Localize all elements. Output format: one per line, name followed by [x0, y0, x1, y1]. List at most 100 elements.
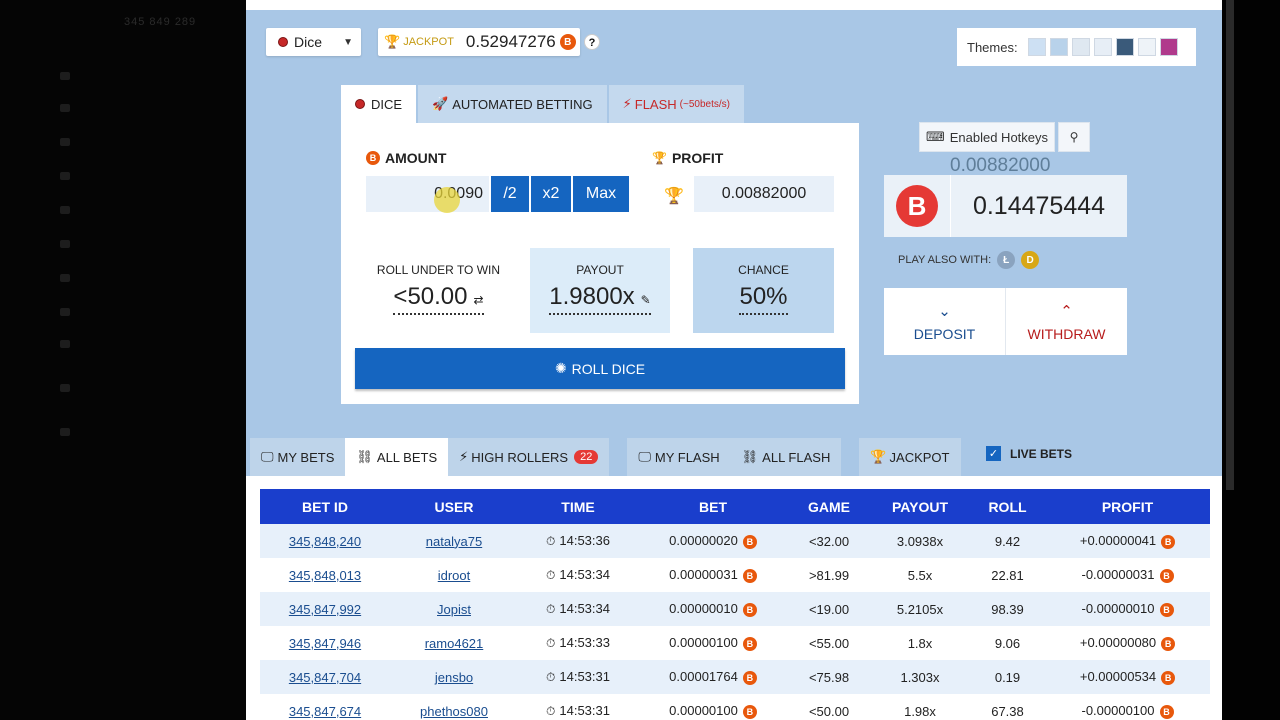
bet-game: <50.00 [808, 703, 850, 719]
roll-under-value: <50.00 [393, 283, 468, 310]
tab-my-bets[interactable]: 🖵 MY BETS [250, 438, 346, 476]
pin-button[interactable]: ⚲ [1058, 122, 1090, 152]
bet-game: <19.00 [788, 592, 870, 626]
binoculars-icon: ⛓ [356, 449, 373, 464]
bet-id-link[interactable]: 345,847,992 [260, 592, 390, 626]
table-row: 345,848,240 natalya75 ⏱ 14:53:36 0.00000020 B… [260, 524, 1210, 558]
payout-box[interactable]: PAYOUT 1.9800x ✎ [530, 248, 670, 333]
sidebar-nav-icon[interactable] [60, 104, 70, 112]
double-button[interactable]: x2 [531, 176, 571, 212]
user-link[interactable]: ramo4621 [390, 626, 518, 660]
sidebar-nav-icon[interactable] [60, 206, 70, 214]
bet-id-link[interactable]: 345,848,013 [260, 558, 390, 592]
top-bar [246, 0, 1222, 10]
tab-flash[interactable]: ⚡ FLASH (~50bets/s) [608, 85, 744, 123]
tab-automated-betting[interactable]: 🚀 AUTOMATED BETTING [418, 85, 607, 123]
tab-jackpot[interactable]: 🏆 JACKPOT [859, 438, 961, 476]
sidebar-nav-icon[interactable] [60, 138, 70, 146]
half-button[interactable]: /2 [491, 176, 529, 212]
roll-dice-label: ROLL DICE [571, 360, 646, 377]
theme-swatch[interactable] [1137, 38, 1156, 56]
bet-time-cell: ⏱ 14:53:31 [518, 694, 638, 720]
bitcoin-icon: B [1161, 534, 1176, 549]
user-link[interactable]: idroot [390, 558, 518, 592]
game-select[interactable]: Dice ▼ [266, 28, 361, 56]
bitcoin-icon: B [1159, 704, 1174, 719]
bet-id-link[interactable]: 345,847,946 [260, 626, 390, 660]
user-link[interactable]: natalya75 [390, 524, 518, 558]
sidebar-nav-icon[interactable] [60, 274, 70, 282]
sidebar-nav-icon[interactable] [60, 72, 70, 80]
user-link[interactable]: jensbo [390, 660, 518, 694]
tab-high-rollers[interactable]: ⚡ HIGH ROLLERS 22 [448, 438, 610, 476]
live-bets-label: LIVE BETS [1010, 446, 1073, 461]
chance-label: CHANCE [738, 263, 789, 277]
deposit-button[interactable]: ⌄ DEPOSIT [884, 288, 1005, 355]
col-profit[interactable]: PROFIT [1045, 489, 1210, 524]
dogecoin-icon[interactable]: D [1021, 251, 1040, 269]
bet-amount-cell: 0.00000020 B [638, 524, 788, 558]
bet-time-cell: ⏱ 14:53:33 [518, 626, 638, 660]
sidebar-nav-icon[interactable] [60, 172, 70, 180]
col-roll[interactable]: ROLL [970, 489, 1045, 524]
bet-profit: -0.00000031 [1081, 567, 1155, 583]
gear-icon: ✺ [554, 360, 567, 376]
bet-payout: 1.8x [907, 635, 933, 651]
col-bet[interactable]: BET [638, 489, 788, 524]
bet-id-link[interactable]: 345,847,704 [260, 660, 390, 694]
theme-swatch[interactable] [1093, 38, 1112, 56]
max-button[interactable]: Max [573, 176, 629, 212]
bet-payout: 5.2105x [870, 592, 970, 626]
chevron-up-icon: ⌃ [1060, 302, 1073, 320]
deposit-withdraw: ⌄ DEPOSIT ⌃ WITHDRAW [884, 288, 1127, 355]
table-row: 345,847,992 Jopist ⏱ 14:53:34 0.00000010 B <19… [260, 592, 1210, 626]
hotkeys-label: Enabled Hotkeys [949, 129, 1049, 145]
theme-swatch[interactable] [1159, 38, 1178, 56]
clock-icon: ⏱ [546, 602, 556, 616]
themes-label: Themes: [967, 39, 1018, 55]
bitcoin-icon: B [742, 704, 757, 719]
col-user[interactable]: USER [390, 489, 518, 524]
bet-profit-cell: -0.00000010 B [1045, 592, 1210, 626]
theme-swatch[interactable] [1115, 38, 1134, 56]
sidebar-nav-icon[interactable] [60, 308, 70, 316]
roll-under-box[interactable]: ROLL UNDER TO WIN <50.00 ⇄ [366, 248, 511, 333]
col-time[interactable]: TIME [518, 489, 638, 524]
sidebar-nav-icon[interactable] [60, 340, 70, 348]
bet-profit-cell: +0.00000534 B [1045, 660, 1210, 694]
tab-all-flash[interactable]: ⛓ ALL FLASH [730, 438, 842, 476]
payout-label: PAYOUT [576, 263, 624, 277]
sidebar-nav-icon[interactable] [60, 240, 70, 248]
user-link[interactable]: Jopist [390, 592, 518, 626]
litecoin-icon[interactable]: Ł [997, 251, 1016, 269]
help-icon[interactable]: ? [584, 34, 600, 50]
tab-all-bets[interactable]: ⛓ ALL BETS [345, 438, 449, 476]
theme-swatch[interactable] [1049, 38, 1068, 56]
chance-box[interactable]: CHANCE 50% [693, 248, 834, 333]
themes-picker: Themes: [957, 28, 1196, 66]
withdraw-button[interactable]: ⌃ WITHDRAW [1005, 288, 1127, 355]
tab-my-flash[interactable]: 🖵 MY FLASH [627, 438, 731, 476]
profit-input[interactable]: 0.00882000 [694, 176, 834, 212]
col-game[interactable]: GAME [788, 489, 870, 524]
bolt-icon: ⚡ [459, 449, 469, 464]
bet-id-link[interactable]: 345,847,674 [260, 694, 390, 720]
roll-dice-button[interactable]: ✺ ROLL DICE [355, 348, 845, 389]
theme-swatch[interactable] [1027, 38, 1046, 56]
check-icon[interactable]: ✓ [986, 446, 1001, 461]
scrollbar-thumb[interactable] [1226, 0, 1234, 490]
sidebar-nav-icon[interactable] [60, 384, 70, 392]
sidebar-nav-icon[interactable] [60, 428, 70, 436]
amount-input[interactable]: 0.0090 [366, 176, 489, 212]
tab-all-bets-label: ALL BETS [376, 449, 438, 465]
tab-dice[interactable]: DICE [341, 85, 417, 123]
col-payout[interactable]: PAYOUT [870, 489, 970, 524]
col-bet-id[interactable]: BET ID [260, 489, 390, 524]
live-bets-toggle[interactable]: ✓ LIVE BETS [986, 446, 1072, 461]
balance-value: 0.14475444 [972, 191, 1106, 220]
bet-id-link[interactable]: 345,848,240 [260, 524, 390, 558]
clock-icon: ⏱ [546, 568, 556, 582]
theme-swatch[interactable] [1071, 38, 1090, 56]
hotkeys-button[interactable]: ⌨ Enabled Hotkeys [919, 122, 1055, 152]
user-link[interactable]: phethos080 [390, 694, 518, 720]
